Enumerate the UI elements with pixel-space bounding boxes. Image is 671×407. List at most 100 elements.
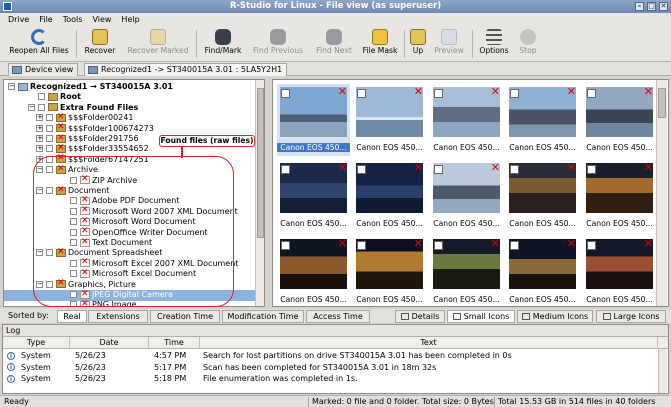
file-checkbox[interactable] <box>587 89 596 98</box>
tree-item[interactable]: Root <box>4 92 256 103</box>
sort-creation-time-button[interactable]: Creation Time <box>150 310 220 323</box>
log-row[interactable]: i System 5/26/23 5:18 PM File enumeration wa… <box>3 373 668 385</box>
tree-scrollbar[interactable] <box>255 80 264 306</box>
expand-icon[interactable]: + <box>36 114 43 122</box>
file-item[interactable]: ✕ Canon EOS 450... <box>506 160 579 232</box>
file-checkbox[interactable] <box>434 241 443 250</box>
expand-icon[interactable]: + <box>36 124 43 132</box>
find-mark-button[interactable]: Find/Mark <box>200 27 246 61</box>
binoculars-next-icon <box>326 29 342 45</box>
tree-item[interactable]: − Extra Found Files <box>4 103 256 114</box>
tree-checkbox[interactable] <box>46 124 53 132</box>
file-item[interactable]: ✕ Canon EOS 450... <box>583 160 656 232</box>
file-checkbox[interactable] <box>510 241 519 250</box>
find-next-button[interactable]: Find Next <box>311 27 357 61</box>
options-button[interactable]: Options <box>476 27 512 61</box>
expand-icon[interactable]: + <box>36 145 43 153</box>
file-checkbox[interactable] <box>587 165 596 174</box>
file-mask-button[interactable]: File Mask <box>360 27 400 61</box>
sort-modification-time-button[interactable]: Modification Time <box>222 310 304 323</box>
file-item[interactable]: ✕ Canon EOS 450... <box>583 236 656 306</box>
tree-root-item[interactable]: − Recognized1 → ST340015A 3.01 <box>4 82 256 93</box>
file-item[interactable]: ✕ Canon EOS 450... <box>506 236 579 306</box>
file-checkbox[interactable] <box>357 241 366 250</box>
log-time: 5:18 PM <box>154 374 187 383</box>
deleted-mark-icon: ✕ <box>413 85 423 98</box>
up-button[interactable]: Up <box>407 27 429 61</box>
file-item-label: Canon EOS 450... <box>277 143 350 152</box>
files-scrollbar[interactable] <box>656 80 667 306</box>
log-col-type[interactable]: Type <box>3 337 70 349</box>
status-bar: Ready Marked: 0 file and 0 folder. Total… <box>0 395 671 407</box>
file-item[interactable]: ✕ Canon EOS 450... <box>277 84 350 156</box>
collapse-icon[interactable]: − <box>8 83 15 90</box>
menu-view[interactable]: View <box>92 13 111 26</box>
log-type: System <box>21 351 51 360</box>
callout-connector <box>181 147 183 158</box>
tree-item[interactable]: + $$$Folder100674273 <box>4 122 256 135</box>
log-column-headers: Type Date Time Text <box>3 337 668 349</box>
folder-icon <box>56 122 66 133</box>
tree-checkbox[interactable] <box>46 145 53 153</box>
log-col-date[interactable]: Date <box>70 337 149 349</box>
log-row[interactable]: i System 5/26/23 4:57 PM Search for lost par… <box>3 350 668 362</box>
file-item[interactable]: ✕ Canon EOS 450... <box>430 160 503 232</box>
tree-checkbox[interactable] <box>46 114 53 122</box>
tree-item[interactable]: + $$$Folder00241 <box>4 112 256 124</box>
file-checkbox[interactable] <box>281 165 290 174</box>
file-checkbox[interactable] <box>357 89 366 98</box>
tree-checkbox[interactable] <box>38 103 45 111</box>
file-item[interactable]: ✕ Canon EOS 450... <box>583 84 656 156</box>
maximize-button[interactable]: □ <box>647 2 656 11</box>
file-item[interactable]: ✕ Canon EOS 450... <box>353 160 426 232</box>
menu-tools[interactable]: Tools <box>63 13 83 26</box>
file-checkbox[interactable] <box>434 89 443 98</box>
log-row[interactable]: i System 5/26/23 5:17 PM Scan has been compl… <box>3 362 668 374</box>
drive-icon <box>88 66 98 74</box>
file-checkbox[interactable] <box>281 241 290 250</box>
file-checkbox[interactable] <box>434 165 443 174</box>
deleted-mark-icon: ✕ <box>337 237 347 250</box>
file-item[interactable]: ✕ Canon EOS 450... <box>277 236 350 306</box>
file-item[interactable]: ✕ Canon EOS 450... <box>277 160 350 232</box>
reopen-all-files-button[interactable]: Reopen All Files <box>6 27 72 61</box>
folder-icon <box>56 133 66 143</box>
stop-button[interactable]: Stop <box>514 27 542 61</box>
expand-icon[interactable]: + <box>36 135 43 142</box>
details-view-button[interactable]: Details <box>395 310 445 323</box>
file-checkbox[interactable] <box>510 165 519 174</box>
medium-icons-view-button[interactable]: Medium Icons <box>517 310 593 323</box>
file-checkbox[interactable] <box>510 89 519 98</box>
recover-marked-button[interactable]: Recover Marked <box>124 27 192 61</box>
close-button[interactable]: ✕ <box>659 2 668 11</box>
file-checkbox[interactable] <box>281 89 290 98</box>
file-checkbox[interactable] <box>587 241 596 250</box>
large-icons-view-button[interactable]: Large Icons <box>596 310 666 323</box>
stop-icon <box>520 29 536 45</box>
log-col-text[interactable]: Text <box>200 337 658 349</box>
file-item[interactable]: ✕ Canon EOS 450... <box>506 84 579 156</box>
menu-help[interactable]: Help <box>121 13 139 26</box>
file-item[interactable]: ✕ Canon EOS 450... <box>430 236 503 306</box>
preview-button[interactable]: Preview <box>431 27 467 61</box>
recover-button[interactable]: Recover <box>80 27 120 61</box>
tab-file-view[interactable]: Recognized1 -> ST340015A 3.01 : 5LA5Y2H1 <box>84 63 288 76</box>
sort-extensions-button[interactable]: Extensions <box>88 310 148 323</box>
find-previous-button[interactable]: Find Previous <box>250 27 306 61</box>
file-item[interactable]: ✕ Canon EOS 450... <box>430 84 503 156</box>
tree-checkbox[interactable] <box>46 135 53 142</box>
log-col-time[interactable]: Time <box>149 337 200 349</box>
sort-real-button[interactable]: Real <box>57 310 87 323</box>
log-scrollbar[interactable] <box>658 349 667 393</box>
file-item[interactable]: ✕ Canon EOS 450... <box>353 84 426 156</box>
collapse-icon[interactable]: − <box>28 103 35 111</box>
tree-checkbox[interactable] <box>38 93 45 101</box>
menu-file[interactable]: File <box>39 13 52 26</box>
file-checkbox[interactable] <box>357 165 366 174</box>
sort-access-time-button[interactable]: Access Time <box>306 310 370 323</box>
minimize-button[interactable]: – <box>635 2 644 11</box>
file-item[interactable]: ✕ Canon EOS 450... <box>353 236 426 306</box>
menu-drive[interactable]: Drive <box>8 13 29 26</box>
tab-device-view[interactable]: Device view <box>8 63 79 76</box>
small-icons-view-button[interactable]: Small Icons <box>447 310 515 323</box>
